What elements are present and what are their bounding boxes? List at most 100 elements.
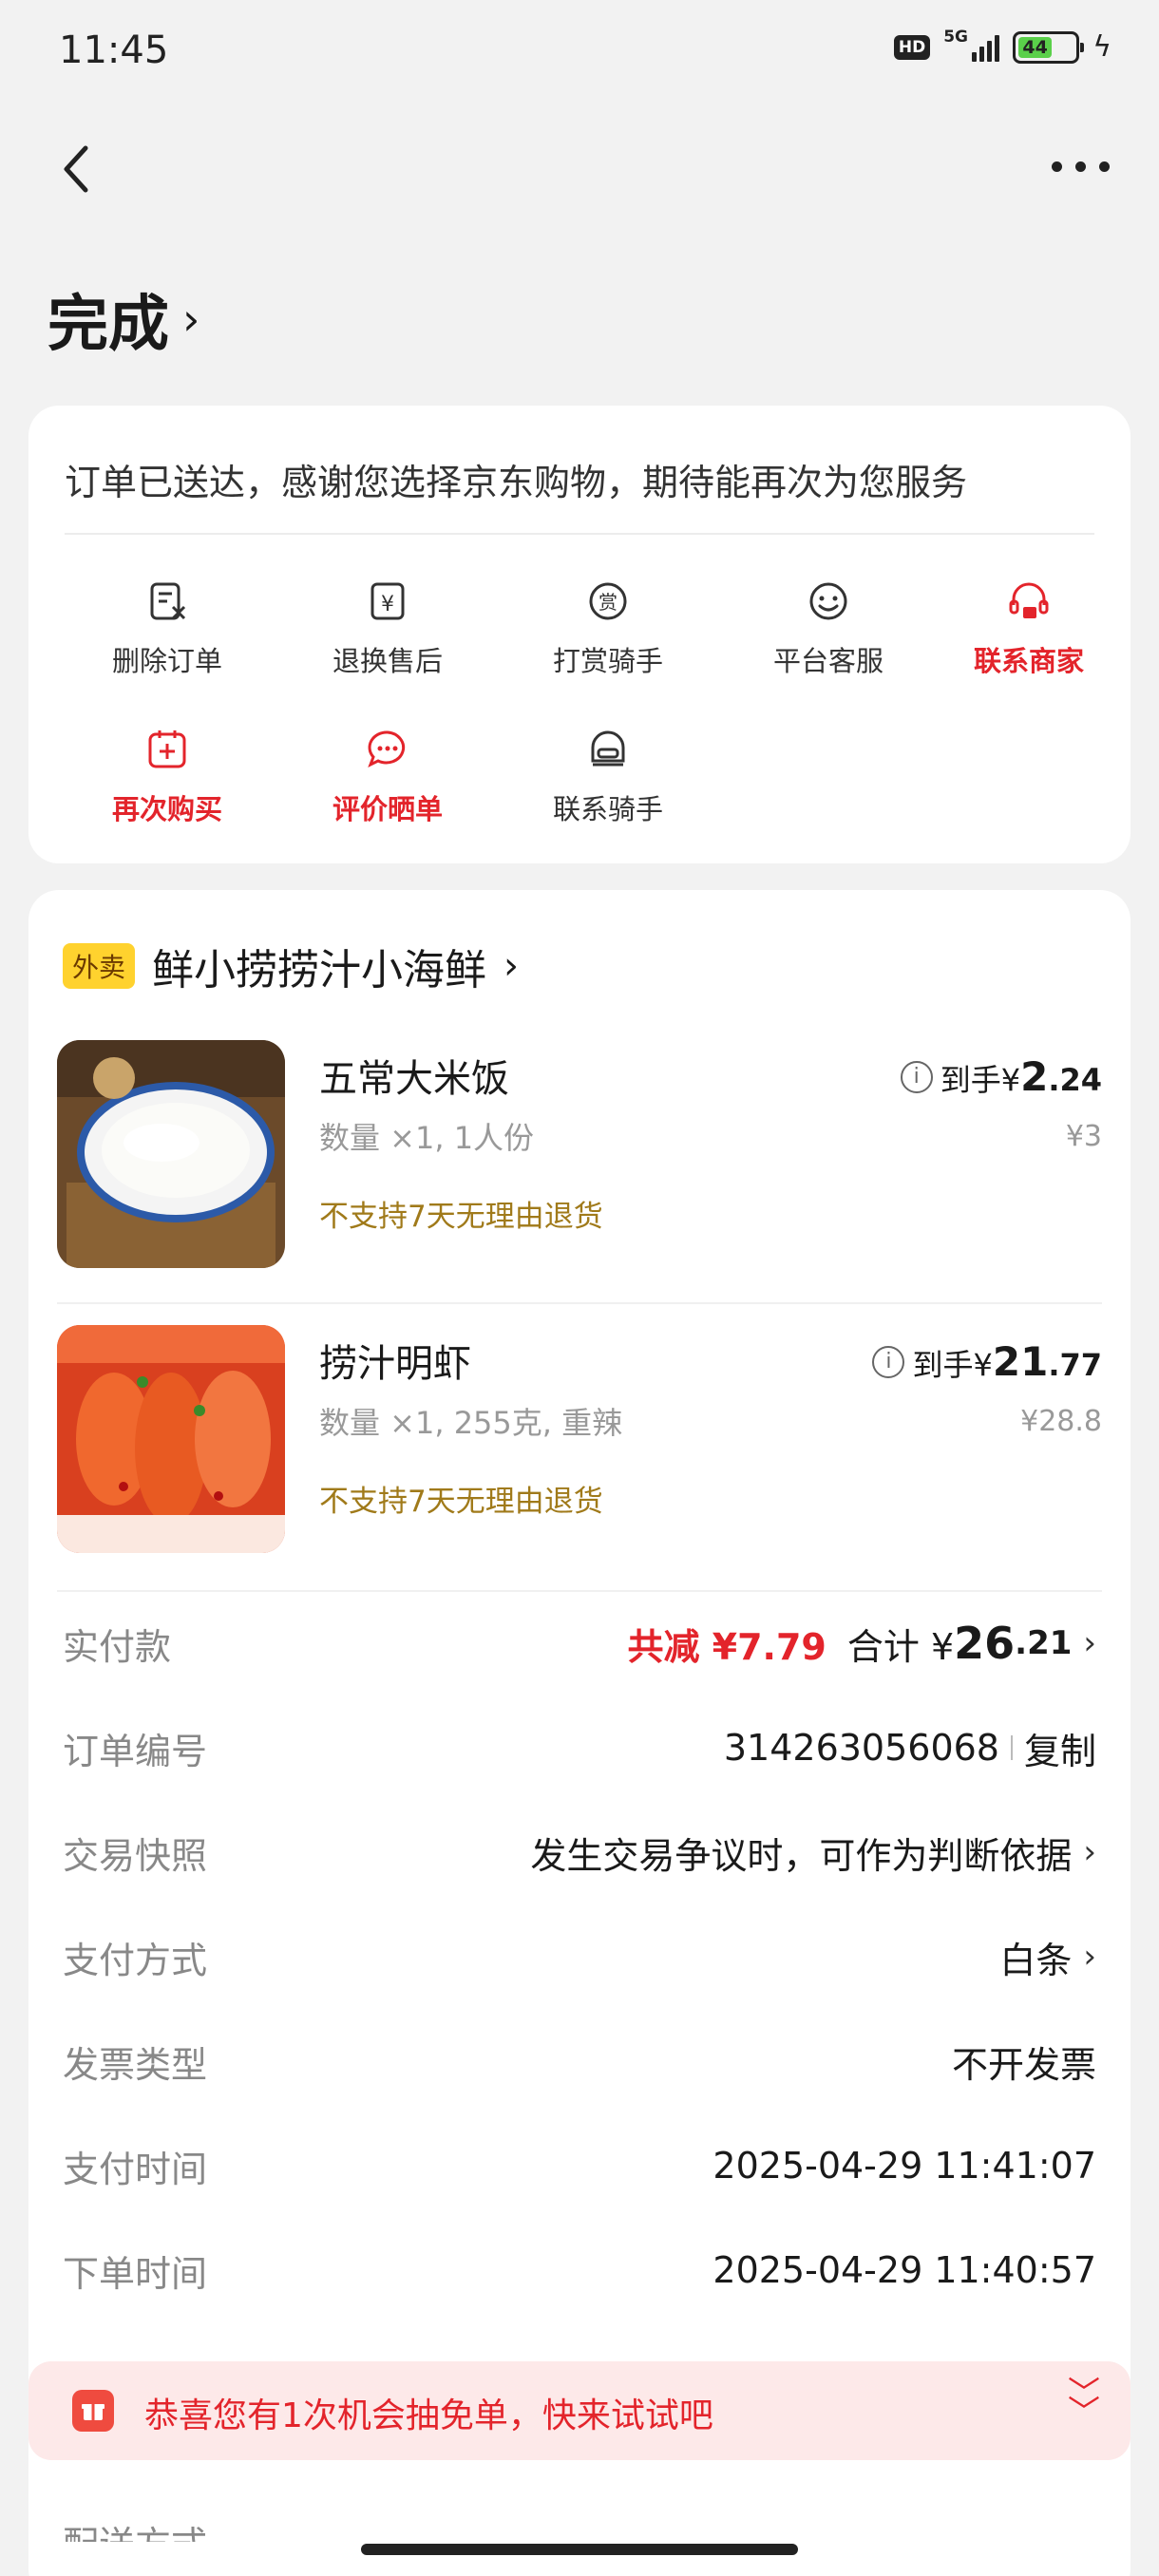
- service-icon: [809, 582, 847, 620]
- delivery-method-label: 配送方式: [63, 2504, 207, 2542]
- chevron-right-icon: ›: [504, 944, 520, 988]
- price-integer: 2: [1020, 1053, 1049, 1100]
- order-time-label: 下单时间: [63, 2252, 208, 2295]
- refund-icon: ¥: [370, 582, 405, 620]
- divider: [57, 1302, 1102, 1304]
- action-contact-store[interactable]: 联系商家: [939, 577, 1119, 679]
- divider: [65, 533, 1094, 535]
- action-label: 打赏骑手: [552, 645, 663, 677]
- order-status-title[interactable]: 完成 ›: [48, 275, 200, 363]
- store-name: 鲜小捞捞汁小海鲜: [152, 946, 487, 994]
- original-price: ¥3: [1065, 1120, 1102, 1153]
- more-button[interactable]: [1052, 161, 1110, 172]
- status-icons: HD 5G 44 ϟ: [893, 28, 1112, 64]
- svg-text:赏: 赏: [598, 591, 618, 614]
- snapshot-row[interactable]: 交易快照 发生交易争议时，可作为判断依据 ›: [63, 1824, 1096, 1881]
- hd-icon: HD: [893, 34, 931, 60]
- dot-icon: [1052, 161, 1062, 172]
- order-item[interactable]: 五常大米饭 数量 ×1, 1人份 不支持7天无理由退货 i 到手¥ 2.24 ¥3: [28, 1040, 1130, 1287]
- action-customer-service[interactable]: 平台客服: [718, 577, 939, 679]
- invoice-label: 发票类型: [63, 2043, 208, 2086]
- signal-icon: 5G: [943, 28, 1000, 62]
- status-time: 11:45: [59, 28, 169, 72]
- order-time-row: 下单时间 2025-04-29 11:40:57: [63, 2242, 1096, 2299]
- store-contact-icon: [1009, 582, 1049, 618]
- action-buy-again[interactable]: 再次购买: [57, 725, 277, 827]
- action-label: 退换售后: [332, 645, 443, 677]
- payment-row[interactable]: 实付款 共减 ¥7.79 合计 ¥26.21 ›: [63, 1615, 1096, 1672]
- chevron-right-icon: ›: [1083, 1833, 1096, 1871]
- delete-order-icon: [150, 582, 186, 620]
- invoice-value: 不开发票: [951, 2043, 1096, 2086]
- action-label: 联系商家: [973, 645, 1084, 677]
- payment-label: 实付款: [63, 1625, 172, 1668]
- pay-time-value: 2025-04-29 11:41:07: [712, 2145, 1096, 2187]
- promo-text: 恭喜您有1次机会抽免单，快来试试吧: [144, 2396, 713, 2435]
- discount-amount: 共减 ¥7.79: [627, 1625, 826, 1668]
- svg-text:¥: ¥: [381, 593, 394, 616]
- free-order-lottery-banner[interactable]: 恭喜您有1次机会抽免单，快来试试吧 ﹀ ﹀: [28, 2361, 1130, 2460]
- invoice-row: 发票类型 不开发票: [63, 2033, 1096, 2090]
- pay-method-label: 支付方式: [63, 1939, 208, 1981]
- price-decimal: .77: [1048, 1347, 1102, 1383]
- item-spec: 数量 ×1, 1人份: [319, 1120, 535, 1156]
- return-policy-note: 不支持7天无理由退货: [319, 1485, 603, 1519]
- action-refund[interactable]: ¥ 退换售后: [277, 577, 498, 679]
- order-time-value: 2025-04-29 11:40:57: [712, 2249, 1096, 2291]
- gift-icon: [72, 2390, 114, 2432]
- battery-icon: 44: [1013, 30, 1085, 64]
- copy-button[interactable]: 复制: [1024, 1722, 1096, 1774]
- rider-contact-icon: [591, 730, 625, 767]
- action-reward-rider[interactable]: 赏 打赏骑手: [498, 577, 718, 679]
- order-number-row: 订单编号 314263056068 复制: [63, 1719, 1096, 1776]
- total-integer: 26: [954, 1618, 1016, 1669]
- store-header[interactable]: 外卖 鲜小捞捞汁小海鲜 ›: [63, 936, 519, 996]
- reward-icon: 赏: [589, 582, 627, 620]
- takeout-badge: 外卖: [63, 943, 136, 989]
- item-image-shrimp: [57, 1325, 285, 1553]
- divider: [57, 1590, 1102, 1592]
- price-prefix: 到手¥: [912, 1347, 993, 1383]
- delivery-message: 订单已送达，感谢您选择京东购物，期待能再次为您服务: [65, 462, 968, 503]
- total-prefix: 合计 ¥: [846, 1625, 955, 1668]
- info-icon[interactable]: i: [872, 1345, 905, 1378]
- action-label: 评价晒单: [332, 793, 443, 825]
- info-icon[interactable]: i: [900, 1060, 933, 1093]
- back-button[interactable]: [57, 141, 95, 198]
- chevron-right-icon: ›: [1083, 1938, 1096, 1976]
- price-integer: 21: [992, 1338, 1049, 1385]
- chevron-left-icon: [64, 145, 88, 193]
- pay-method-value: 白条: [999, 1939, 1073, 1981]
- action-label: 删除订单: [111, 645, 222, 677]
- order-number: 314263056068: [723, 1727, 999, 1769]
- expand-icon[interactable]: ﹀ ﹀: [1068, 2377, 1100, 2429]
- action-label: 平台客服: [772, 645, 884, 677]
- item-spec: 数量 ×1, 255克, 重辣: [319, 1405, 623, 1441]
- action-review[interactable]: 评价晒单: [277, 725, 498, 827]
- item-image-rice: [57, 1040, 285, 1268]
- item-price: i 到手¥ 2.24: [900, 1053, 1102, 1100]
- item-price: i 到手¥ 21.77: [872, 1338, 1102, 1385]
- price-prefix: 到手¥: [940, 1062, 1021, 1098]
- network-type: 5G: [943, 27, 968, 47]
- divider: [1010, 1735, 1013, 1760]
- action-label: 联系骑手: [552, 793, 663, 825]
- order-item[interactable]: 捞汁明虾 数量 ×1, 255克, 重辣 不支持7天无理由退货 i 到手¥ 21.…: [28, 1325, 1130, 1572]
- snapshot-value: 发生交易争议时，可作为判断依据: [530, 1834, 1073, 1877]
- home-indicator[interactable]: [361, 2544, 798, 2555]
- buy-again-icon: [148, 730, 186, 768]
- snapshot-label: 交易快照: [63, 1834, 208, 1877]
- item-name: 捞汁明虾: [319, 1342, 471, 1386]
- action-contact-rider[interactable]: 联系骑手: [498, 725, 718, 827]
- pay-method-row[interactable]: 支付方式 白条 ›: [63, 1928, 1096, 1985]
- chevron-right-icon: ›: [1083, 1624, 1096, 1662]
- action-label: 再次购买: [111, 793, 222, 825]
- price-decimal: .24: [1048, 1062, 1102, 1098]
- pay-time-label: 支付时间: [63, 2148, 208, 2190]
- order-detail-card: 外卖 鲜小捞捞汁小海鲜 › 五常大米饭 数量 ×1, 1人份 不支持7天无理由退…: [28, 890, 1130, 2576]
- action-delete-order[interactable]: 删除订单: [57, 577, 277, 679]
- total-decimal: .21: [1015, 1624, 1073, 1662]
- page-title: 完成: [48, 290, 169, 360]
- chevron-right-icon: ›: [182, 294, 200, 345]
- original-price: ¥28.8: [1020, 1405, 1102, 1438]
